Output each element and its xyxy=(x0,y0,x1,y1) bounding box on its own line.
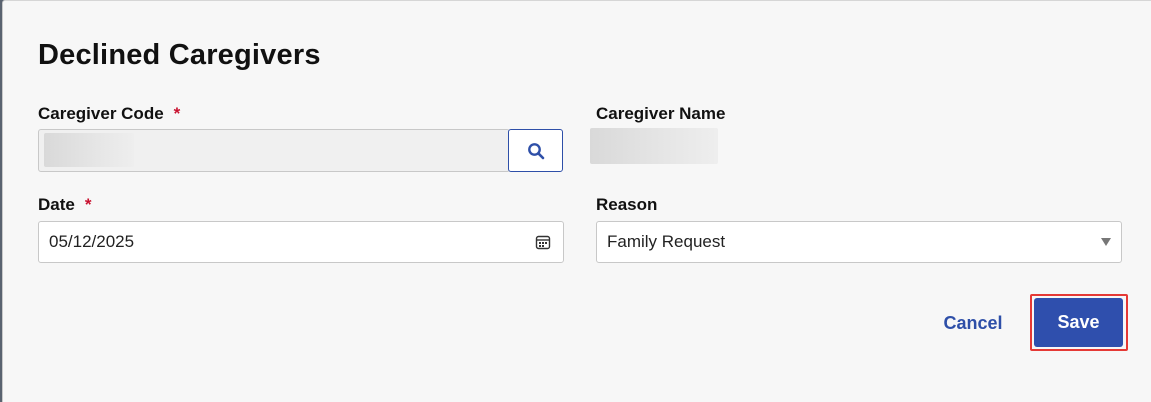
redacted-caregiver-code xyxy=(44,133,134,167)
reason-select[interactable]: Family Request xyxy=(596,221,1122,263)
date-label: Date * xyxy=(38,195,91,215)
dialog-title: Declined Caregivers xyxy=(38,39,321,71)
declined-caregivers-dialog: Declined Caregivers Caregiver Code * Care… xyxy=(2,0,1151,402)
required-asterisk: * xyxy=(173,104,181,123)
caregiver-code-input[interactable] xyxy=(38,129,510,172)
caregiver-code-label: Caregiver Code * xyxy=(38,104,180,124)
required-asterisk: * xyxy=(84,195,92,214)
cancel-button[interactable]: Cancel xyxy=(938,308,1008,338)
save-button[interactable]: Save xyxy=(1034,298,1123,347)
search-icon xyxy=(527,142,544,159)
caregiver-code-label-text: Caregiver Code xyxy=(38,104,164,123)
redacted-caregiver-name xyxy=(590,128,718,164)
date-input[interactable]: 05/12/2025 xyxy=(38,221,564,263)
chevron-down-icon xyxy=(1101,238,1111,246)
reason-value: Family Request xyxy=(607,232,726,251)
reason-label: Reason xyxy=(596,195,658,214)
caregiver-name-label: Caregiver Name xyxy=(596,104,726,123)
caregiver-search-button[interactable] xyxy=(508,129,563,172)
date-label-text: Date xyxy=(38,195,75,214)
calendar-icon[interactable] xyxy=(535,234,551,250)
date-value: 05/12/2025 xyxy=(49,232,135,251)
